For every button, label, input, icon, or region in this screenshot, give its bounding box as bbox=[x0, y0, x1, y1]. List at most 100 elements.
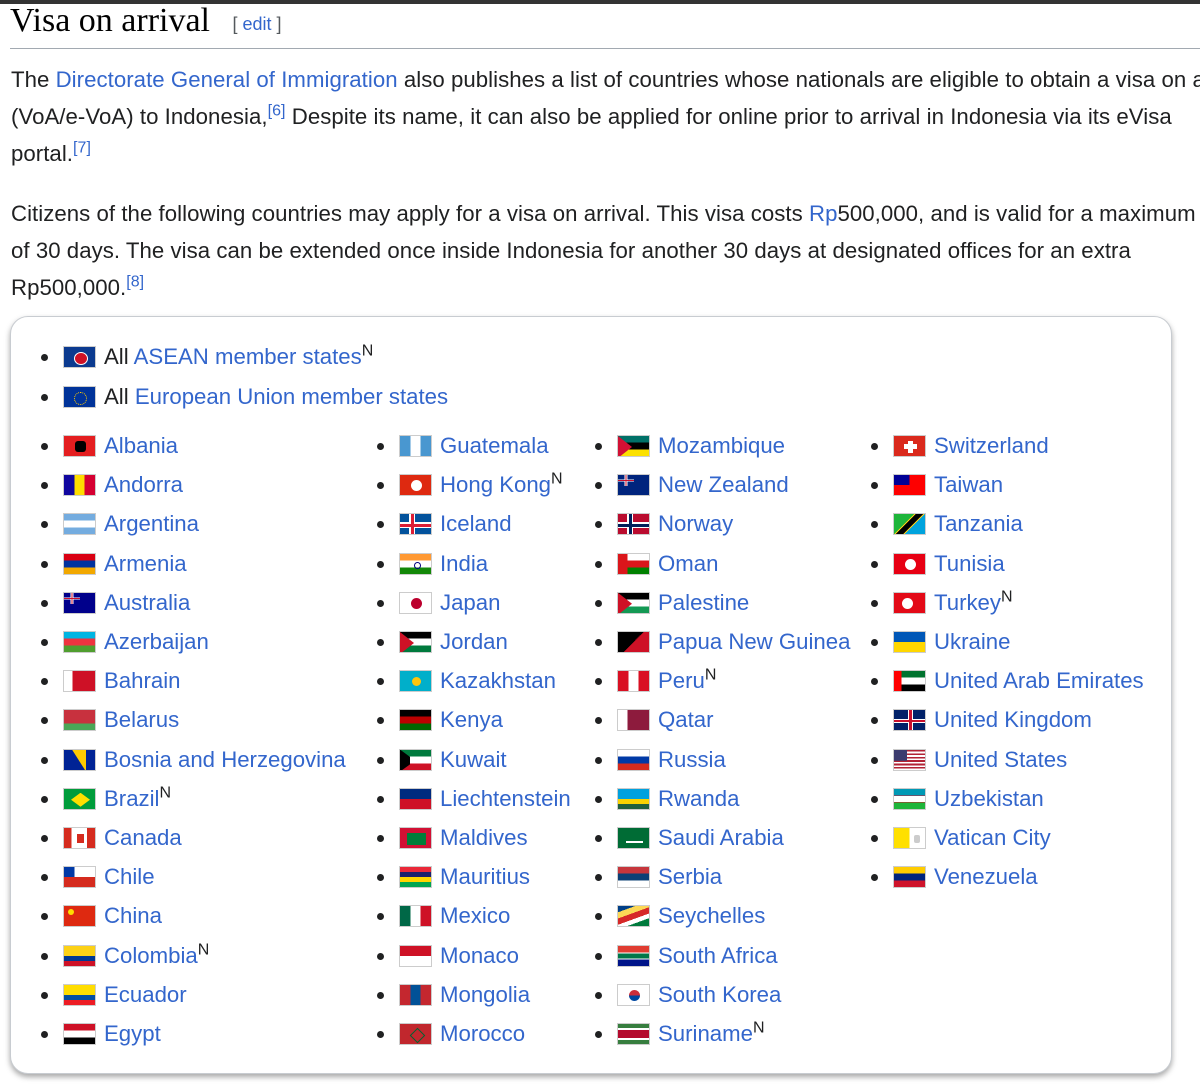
country-link[interactable]: Switzerland bbox=[934, 433, 1049, 458]
country-link[interactable]: Vatican City bbox=[934, 825, 1051, 850]
country-link[interactable]: Chile bbox=[104, 864, 155, 889]
country-link[interactable]: Canada bbox=[104, 825, 182, 850]
country-link[interactable]: Serbia bbox=[658, 864, 722, 889]
country-link[interactable]: Bahrain bbox=[104, 668, 180, 693]
country-link[interactable]: Kuwait bbox=[440, 747, 507, 772]
country-link[interactable]: Palestine bbox=[658, 590, 749, 615]
country-link[interactable]: Belarus bbox=[104, 707, 179, 732]
country-link[interactable]: Brazil bbox=[104, 786, 159, 811]
country-link[interactable]: Andorra bbox=[104, 472, 183, 497]
country-link[interactable]: Kazakhstan bbox=[440, 668, 556, 693]
country-link[interactable]: Morocco bbox=[440, 1021, 525, 1046]
bullet-icon bbox=[41, 952, 48, 960]
list-item-label: All ASEAN member statesN bbox=[104, 339, 373, 375]
country-link[interactable]: Ukraine bbox=[934, 629, 1010, 654]
list-item-label: Kazakhstan bbox=[440, 663, 556, 699]
reference-8-link[interactable]: [8] bbox=[126, 274, 144, 291]
list-item-label: Canada bbox=[104, 820, 182, 856]
country-link[interactable]: Jordan bbox=[440, 629, 508, 654]
directorate-link[interactable]: Directorate General of Immigration bbox=[56, 67, 398, 92]
country-link[interactable]: Russia bbox=[658, 747, 726, 772]
list-item-label: New Zealand bbox=[658, 467, 789, 503]
list-item-label: Monaco bbox=[440, 938, 519, 974]
country-link[interactable]: Norway bbox=[658, 511, 733, 536]
list-item-label: Jordan bbox=[440, 624, 508, 660]
country-link[interactable]: Mozambique bbox=[658, 433, 785, 458]
country-link[interactable]: Oman bbox=[658, 551, 718, 576]
edit-link[interactable]: edit bbox=[242, 14, 271, 34]
india-flag-icon bbox=[399, 552, 432, 575]
bullet-icon bbox=[41, 354, 48, 361]
country-link[interactable]: Tanzania bbox=[934, 511, 1023, 536]
country-link[interactable]: New Zealand bbox=[658, 472, 789, 497]
asean-flag-icon bbox=[63, 346, 96, 368]
country-link[interactable]: Rwanda bbox=[658, 786, 739, 811]
country-link[interactable]: Qatar bbox=[658, 707, 714, 732]
bullet-icon bbox=[595, 678, 602, 686]
country-link[interactable]: South Korea bbox=[658, 982, 781, 1007]
country-link[interactable]: European Union member states bbox=[135, 384, 448, 409]
country-link[interactable]: Uzbekistan bbox=[934, 786, 1044, 811]
country-link[interactable]: United States bbox=[934, 747, 1067, 772]
country-link[interactable]: Peru bbox=[658, 668, 705, 693]
country-link[interactable]: China bbox=[104, 903, 162, 928]
list-item-label: Bosnia and Herzegovina bbox=[104, 742, 346, 778]
country-link[interactable]: South Africa bbox=[658, 943, 778, 968]
country-link[interactable]: Armenia bbox=[104, 551, 187, 576]
country-link[interactable]: Seychelles bbox=[658, 903, 765, 928]
country-link[interactable]: Japan bbox=[440, 590, 500, 615]
country-link[interactable]: Albania bbox=[104, 433, 178, 458]
iceland-flag-icon bbox=[399, 513, 432, 536]
country-link[interactable]: Australia bbox=[104, 590, 190, 615]
country-link[interactable]: Monaco bbox=[440, 943, 519, 968]
country-link[interactable]: Suriname bbox=[658, 1021, 753, 1046]
country-link[interactable]: Hong Kong bbox=[440, 472, 551, 497]
monaco-flag-icon bbox=[399, 944, 432, 967]
country-link[interactable]: Saudi Arabia bbox=[658, 825, 784, 850]
country-link[interactable]: Papua New Guinea bbox=[658, 629, 850, 654]
reference-6-link[interactable]: [6] bbox=[268, 103, 286, 120]
rwanda-flag-icon bbox=[617, 787, 650, 810]
bullet-icon bbox=[871, 521, 878, 529]
country-link[interactable]: Tunisia bbox=[934, 551, 1005, 576]
list-item-label: Kuwait bbox=[440, 742, 507, 778]
country-link[interactable]: Egypt bbox=[104, 1021, 161, 1046]
list-item-label: Seychelles bbox=[658, 898, 765, 934]
country-link[interactable]: Bosnia and Herzegovina bbox=[104, 747, 346, 772]
rupiah-link[interactable]: Rp bbox=[809, 201, 837, 226]
country-link[interactable]: Mexico bbox=[440, 903, 510, 928]
venezuela-flag-icon bbox=[893, 866, 926, 889]
country-link[interactable]: Taiwan bbox=[934, 472, 1003, 497]
country-link[interactable]: Mongolia bbox=[440, 982, 530, 1007]
list-item-label: SurinameN bbox=[658, 1016, 765, 1052]
country-link[interactable]: Iceland bbox=[440, 511, 512, 536]
country-link[interactable]: United Arab Emirates bbox=[934, 668, 1144, 693]
bullet-icon bbox=[41, 991, 48, 999]
country-link[interactable]: Turkey bbox=[934, 590, 1001, 615]
country-link[interactable]: Kenya bbox=[440, 707, 503, 732]
bullet-icon bbox=[377, 678, 384, 686]
country-link[interactable]: Colombia bbox=[104, 943, 198, 968]
country-link[interactable]: Mauritius bbox=[440, 864, 530, 889]
list-item-label: Mauritius bbox=[440, 859, 530, 895]
country-link[interactable]: Guatemala bbox=[440, 433, 549, 458]
country-link[interactable]: Ecuador bbox=[104, 982, 187, 1007]
country-link[interactable]: India bbox=[440, 551, 488, 576]
country-link[interactable]: Azerbaijan bbox=[104, 629, 209, 654]
suriname-flag-icon bbox=[617, 1023, 650, 1045]
country-link[interactable]: United Kingdom bbox=[934, 707, 1092, 732]
bullet-icon bbox=[377, 482, 384, 490]
reference-7-link[interactable]: [7] bbox=[73, 140, 91, 157]
bullet-icon bbox=[377, 874, 384, 882]
list-item-label: Oman bbox=[658, 546, 718, 582]
para-text: (VoA/e-VoA) to Indonesia, bbox=[11, 104, 268, 129]
para-text: Citizens of the following countries may … bbox=[11, 201, 809, 226]
country-link[interactable]: Liechtenstein bbox=[440, 786, 571, 811]
list-item-label: India bbox=[440, 546, 488, 582]
argentina-flag-icon bbox=[63, 513, 96, 536]
country-link[interactable]: ASEAN member states bbox=[134, 344, 362, 369]
country-link[interactable]: Argentina bbox=[104, 511, 199, 536]
country-link[interactable]: Maldives bbox=[440, 825, 528, 850]
bullet-icon bbox=[41, 835, 48, 842]
country-link[interactable]: Venezuela bbox=[934, 864, 1038, 889]
